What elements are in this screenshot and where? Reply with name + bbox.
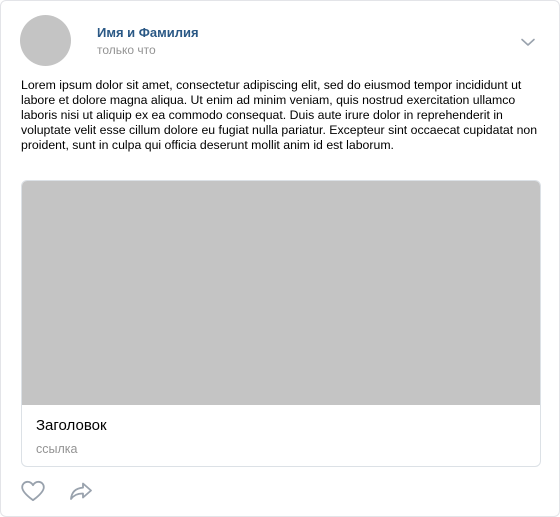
link-card-image[interactable] <box>22 181 540 405</box>
share-icon <box>70 482 92 500</box>
link-card-title[interactable]: Заголовок <box>36 416 107 435</box>
share-button[interactable] <box>68 480 94 502</box>
chevron-down-icon[interactable] <box>520 35 536 47</box>
heart-icon <box>21 480 45 502</box>
like-button[interactable] <box>20 480 46 502</box>
post-card: Имя и Фамилия только что Lorem ipsum dol… <box>0 0 560 517</box>
post-text: Lorem ipsum dolor sit amet, consectetur … <box>21 78 538 152</box>
link-card-url[interactable]: ссылка <box>36 442 77 457</box>
post-time[interactable]: только что <box>97 43 156 58</box>
avatar[interactable] <box>20 15 71 66</box>
author-name[interactable]: Имя и Фамилия <box>97 25 199 41</box>
link-card[interactable]: Заголовок ссылка <box>21 180 541 467</box>
